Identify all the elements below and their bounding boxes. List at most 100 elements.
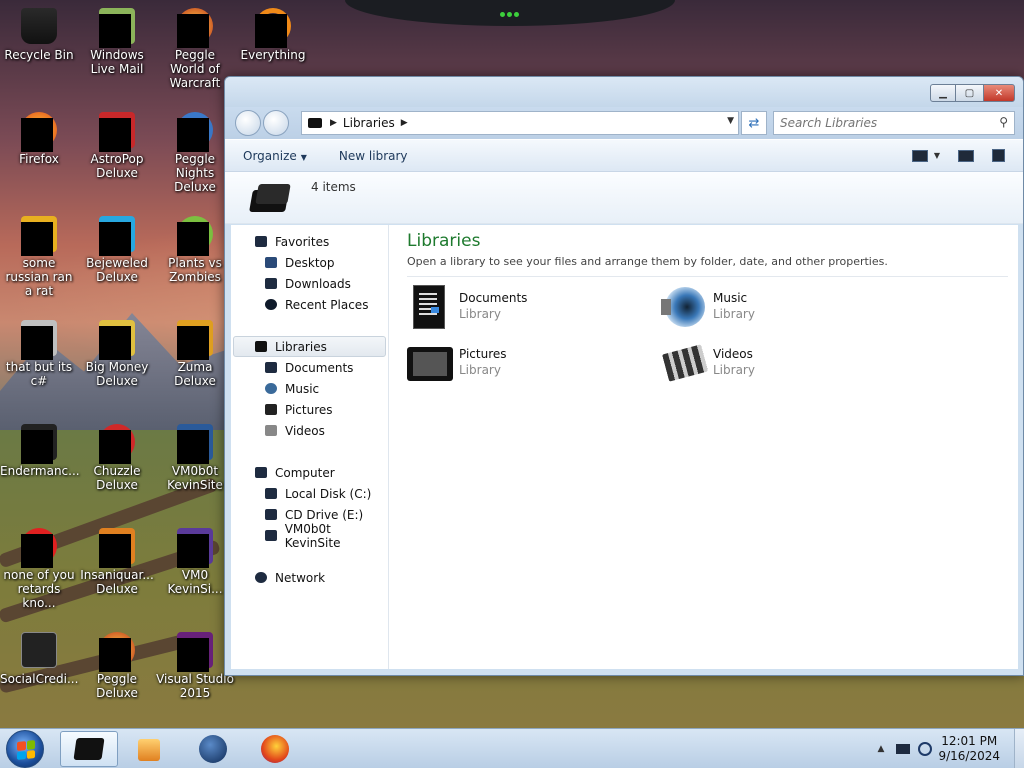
library-music[interactable]: Music Library (661, 285, 755, 327)
game-icon (99, 320, 135, 360)
windows-logo-icon (17, 740, 35, 760)
desktop-icon (265, 257, 277, 268)
item-count: 4 items (311, 180, 356, 194)
desktop-icon[interactable]: Peggle Nights Deluxe (156, 112, 234, 194)
desktop-icon[interactable]: that but its c# (0, 320, 78, 388)
chevron-down-icon[interactable]: ▼ (934, 151, 940, 160)
desktop-icon[interactable]: Peggle Deluxe (78, 632, 156, 700)
desktop-icon[interactable]: Endermanc... (0, 424, 80, 478)
nav-network-share[interactable]: VM0b0t KevinSite (231, 522, 388, 550)
nav-network[interactable]: Network (231, 567, 388, 588)
game-icon (177, 112, 213, 152)
start-button[interactable] (6, 730, 44, 768)
computer-icon (255, 467, 267, 478)
desktop-icon[interactable]: Peggle World of Warcraft (156, 8, 234, 90)
app-icon (21, 320, 57, 360)
desktop-icon[interactable]: Visual Studio 2015 (156, 632, 234, 700)
desktop-icon[interactable]: Windows Live Mail (78, 8, 156, 76)
divider (407, 276, 1008, 277)
star-icon (255, 236, 267, 247)
show-desktop-button[interactable] (1014, 729, 1024, 768)
desktop-icon[interactable]: some russian ran a rat (0, 216, 78, 298)
desktop-icon[interactable]: Big Money Deluxe (78, 320, 156, 388)
desktop-icon[interactable]: Everything (234, 8, 312, 62)
nav-computer[interactable]: Computer (231, 462, 388, 483)
music-icon (265, 383, 277, 394)
game-icon (177, 8, 213, 48)
maximize-icon: ▢ (964, 87, 975, 99)
library-documents[interactable]: Documents Library (407, 285, 527, 329)
desktop-icon[interactable]: VM0 KevinSi... (156, 528, 234, 596)
taskbar-globe[interactable] (184, 731, 242, 767)
network-tray-icon[interactable] (896, 744, 911, 754)
minimize-button[interactable]: ▁ (930, 84, 956, 102)
desktop-icon[interactable]: Plants vs Zombies (156, 216, 234, 284)
preview-pane-icon[interactable] (958, 149, 974, 162)
app-icon (21, 216, 57, 256)
game-icon (177, 320, 213, 360)
nav-downloads[interactable]: Downloads (231, 273, 388, 294)
desktop-icon[interactable]: Bejeweled Deluxe (78, 216, 156, 284)
view-controls: ▼ (894, 149, 1005, 162)
change-view-icon[interactable] (911, 149, 928, 162)
library-videos[interactable]: Videos Library (661, 341, 755, 383)
app-icon (21, 528, 57, 568)
nav-recent-places[interactable]: Recent Places (231, 294, 388, 315)
navigation-pane: Favorites Desktop Downloads Recent Place… (231, 225, 389, 669)
mail-icon (99, 8, 135, 48)
app-icon (177, 528, 213, 568)
taskbar: ▲ 12:01 PM 9/16/2024 (0, 728, 1024, 768)
chevron-down-icon[interactable]: ▼ (727, 116, 734, 126)
clock[interactable]: 12:01 PM 9/16/2024 (938, 734, 1000, 764)
desktop-icon[interactable]: AstroPop Deluxe (78, 112, 156, 180)
page-title: Libraries (407, 231, 481, 251)
organize-button[interactable]: Organize ▼ (243, 149, 307, 163)
taskbar-firefox[interactable] (246, 731, 304, 767)
network-icon (255, 572, 267, 583)
nav-libraries[interactable]: Libraries (233, 336, 386, 357)
forward-button[interactable] (263, 110, 289, 136)
system-tray: ▲ 12:01 PM 9/16/2024 (878, 729, 1024, 768)
help-icon[interactable] (992, 149, 1005, 162)
breadcrumb[interactable]: Libraries (343, 116, 395, 130)
search-input[interactable] (774, 112, 984, 134)
new-library-button[interactable]: New library (339, 149, 408, 163)
nav-videos[interactable]: Videos (231, 420, 388, 441)
desktop-icon[interactable]: Insaniquar... Deluxe (78, 528, 156, 596)
title-bar[interactable]: ▁ ▢ ✕ (225, 77, 1023, 107)
search-app-icon (255, 8, 291, 48)
desktop-icon[interactable]: SocialCredi... (0, 632, 78, 686)
nav-desktop[interactable]: Desktop (231, 252, 388, 273)
desktop-icon[interactable]: Zuma Deluxe (156, 320, 234, 388)
maximize-button[interactable]: ▢ (956, 84, 983, 102)
back-button[interactable] (235, 110, 261, 136)
refresh-button[interactable]: ⇄ (741, 111, 767, 135)
firefox-icon (261, 735, 289, 763)
drive-icon (265, 488, 277, 499)
desktop-icon[interactable]: Chuzzle Deluxe (78, 424, 156, 492)
desktop-icon[interactable]: none of you retards kno... (0, 528, 78, 610)
tray-app-icon[interactable] (918, 742, 933, 756)
desktop-icon[interactable]: VM0b0t KevinSite (156, 424, 234, 492)
search-box: ⚲ (773, 111, 1015, 135)
close-button[interactable]: ✕ (983, 84, 1015, 102)
libraries-icon (73, 738, 105, 760)
cd-drive-icon (265, 509, 277, 520)
search-icon[interactable]: ⚲ (999, 115, 1008, 129)
desktop-icon[interactable]: Firefox (0, 112, 78, 166)
show-hidden-icons-icon[interactable]: ▲ (878, 744, 885, 754)
nav-music[interactable]: Music (231, 378, 388, 399)
nav-favorites[interactable]: Favorites (231, 231, 388, 252)
address-bar[interactable]: ▶ Libraries ▶ ▼ (301, 111, 739, 135)
close-icon: ✕ (994, 87, 1004, 99)
downloads-icon (265, 278, 277, 289)
nav-pictures[interactable]: Pictures (231, 399, 388, 420)
media-player-icon (138, 739, 160, 761)
globe-icon (199, 735, 227, 763)
library-pictures[interactable]: Pictures Library (407, 341, 507, 383)
nav-documents[interactable]: Documents (231, 357, 388, 378)
taskbar-media-player[interactable] (122, 731, 180, 767)
taskbar-explorer[interactable] (60, 731, 118, 767)
nav-local-disk[interactable]: Local Disk (C:) (231, 483, 388, 504)
desktop-icon[interactable]: Recycle Bin (0, 8, 78, 62)
